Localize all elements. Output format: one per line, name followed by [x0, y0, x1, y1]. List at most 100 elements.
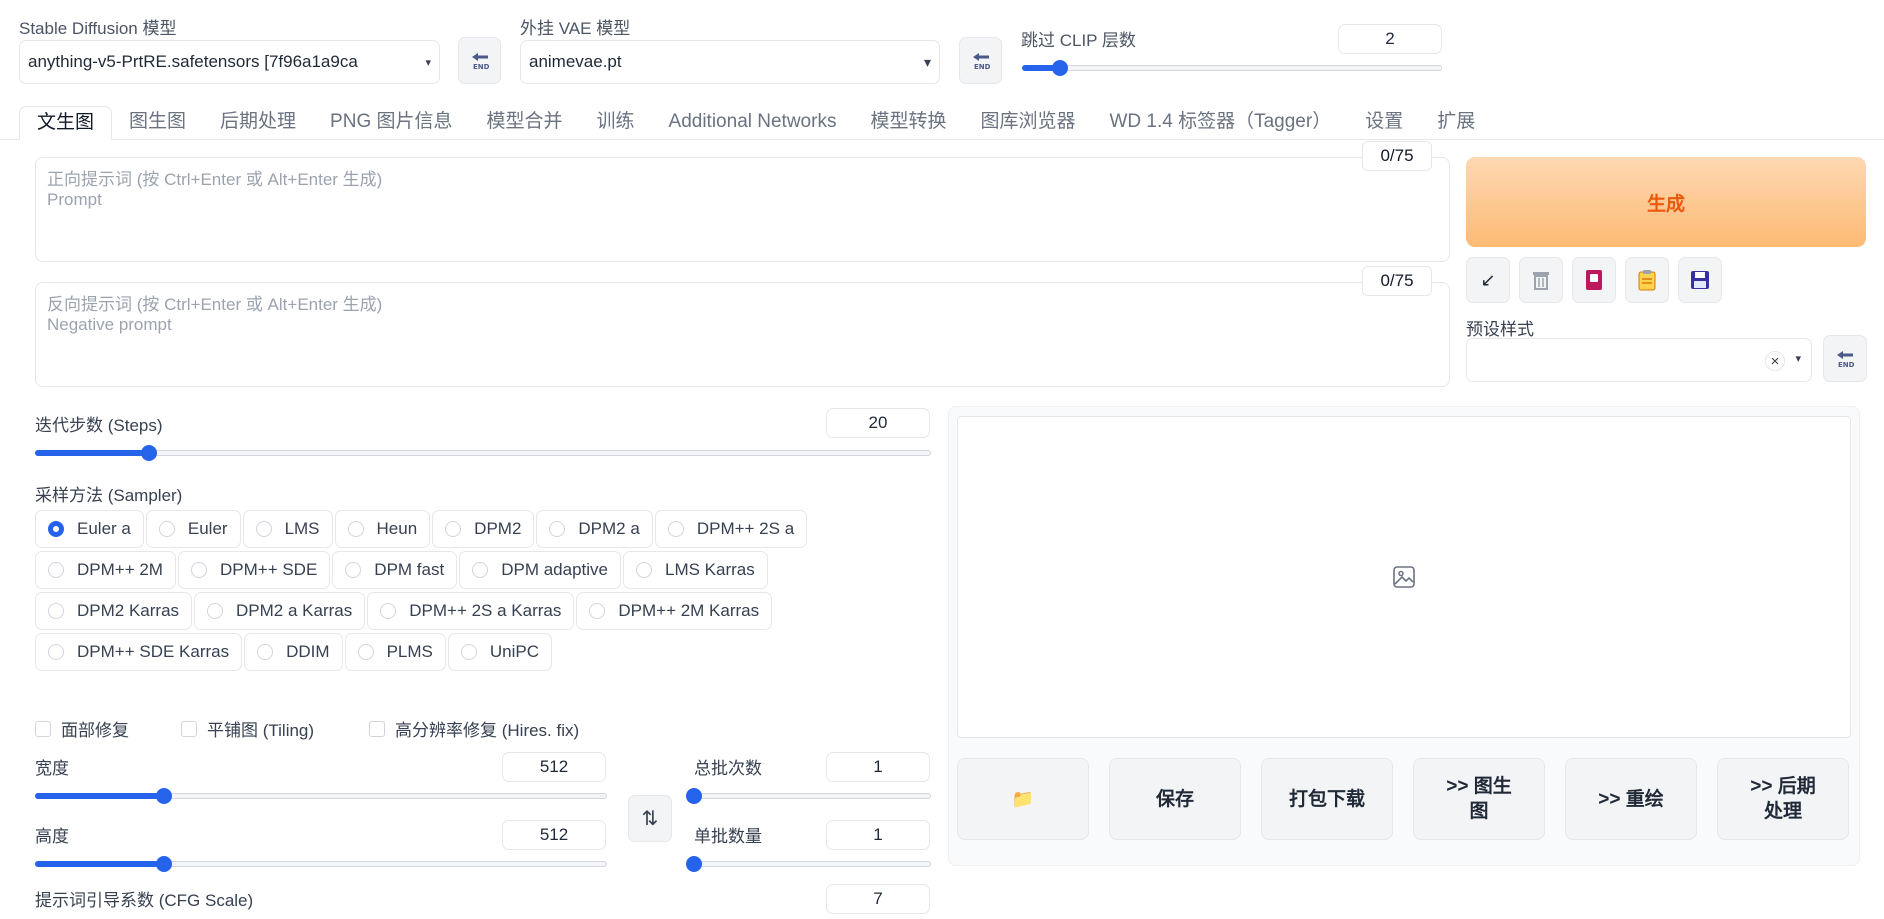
sampler-option[interactable]: DPM2 [432, 510, 535, 548]
image-placeholder-icon [1393, 566, 1415, 588]
styles-label: 预设样式 [1466, 320, 1534, 339]
clip-skip-input[interactable]: 2 [1338, 24, 1442, 54]
sampler-option[interactable]: Heun [334, 510, 431, 548]
tab-8[interactable]: 图库浏览器 [963, 106, 1092, 140]
extra-networks-button[interactable] [1572, 257, 1616, 303]
radio-dot [667, 521, 684, 537]
batch-count-input[interactable]: 1 [826, 752, 930, 782]
chevron-down-icon: ▾ [425, 56, 431, 69]
width-label: 宽度 [35, 759, 69, 778]
tab-0[interactable]: 文生图 [19, 106, 113, 140]
width-input[interactable]: 512 [502, 752, 606, 782]
zip-download-button[interactable]: 打包下载 [1261, 758, 1393, 840]
tab-4[interactable]: 模型合并 [470, 106, 580, 140]
vae-select[interactable]: animevae.pt ▾ [520, 40, 940, 84]
send-to-extras-button[interactable]: >> 后期 处理 [1717, 758, 1849, 840]
clip-skip-slider[interactable] [1022, 60, 1442, 76]
send-to-inpaint-button[interactable]: >> 重绘 [1565, 758, 1697, 840]
radio-dot [255, 521, 272, 537]
save-button[interactable]: 保存 [1109, 758, 1241, 840]
sampler-option-label: DPM++ SDE Karras [77, 642, 230, 661]
slider-thumb[interactable] [156, 856, 173, 872]
sampler-option[interactable]: PLMS [344, 633, 446, 671]
refresh-model-button[interactable]: END [458, 37, 501, 84]
button-label: 图 [1469, 801, 1489, 822]
model-select[interactable]: anything-v5-PrtRE.safetensors [7f96a1a9c… [19, 40, 440, 84]
apply-style-button[interactable] [1625, 257, 1669, 303]
prompt-textarea[interactable]: 正向提示词 (按 Ctrl+Enter 或 Alt+Enter 生成) Prom… [35, 157, 1450, 262]
sampler-option-label: DPM fast [374, 560, 445, 579]
tab-5[interactable]: 训练 [580, 106, 652, 140]
send-to-img2img-button[interactable]: >> 图生 图 [1413, 758, 1545, 840]
sampler-option[interactable]: LMS Karras [622, 551, 768, 589]
hires-fix-checkbox[interactable]: 高分辨率修复 (Hires. fix) [369, 716, 579, 741]
cfg-input[interactable]: 7 [826, 884, 930, 914]
refresh-styles-button[interactable]: END [1823, 335, 1867, 382]
sampler-option-label: Heun [376, 519, 418, 538]
output-gallery[interactable] [957, 416, 1851, 738]
negative-token-counter: 0/75 [1362, 266, 1432, 296]
swap-dimensions-button[interactable]: ⇅ [628, 795, 672, 842]
chevron-down-icon: ▾ [1795, 353, 1801, 365]
slider-thumb[interactable] [141, 445, 158, 461]
batch-size-input[interactable]: 1 [826, 820, 930, 850]
sampler-option[interactable]: Euler [145, 510, 241, 548]
tab-3[interactable]: PNG 图片信息 [313, 106, 469, 140]
clear-icon[interactable]: × [1765, 351, 1785, 371]
sampler-label: 采样方法 (Sampler) [35, 486, 183, 505]
sampler-option[interactable]: LMS [242, 510, 333, 548]
sampler-option-label: DPM++ 2M Karras [618, 601, 760, 620]
clear-prompt-button[interactable] [1519, 257, 1563, 303]
height-slider[interactable] [35, 856, 607, 872]
svg-text:END: END [473, 63, 490, 71]
slider-thumb[interactable] [156, 788, 173, 804]
vae-value: animevae.pt [529, 52, 622, 71]
refresh-vae-button[interactable]: END [959, 37, 1002, 84]
slider-thumb[interactable] [1052, 60, 1069, 76]
generate-button[interactable]: 生成 [1466, 157, 1866, 247]
steps-input[interactable]: 20 [826, 408, 930, 438]
sampler-option[interactable]: DPM2 a Karras [194, 592, 366, 630]
read-params-button[interactable]: ↙ [1466, 257, 1510, 303]
tab-2[interactable]: 后期处理 [203, 106, 313, 140]
tiling-checkbox[interactable]: 平铺图 (Tiling) [181, 716, 369, 741]
slider-thumb[interactable] [686, 856, 702, 872]
sampler-option[interactable]: DPM++ SDE Karras [35, 633, 243, 671]
open-folder-button[interactable]: 📁 [957, 758, 1089, 840]
styles-dropdown[interactable]: × ▾ [1466, 338, 1812, 382]
svg-text:END: END [974, 63, 991, 71]
negative-prompt-textarea[interactable]: 反向提示词 (按 Ctrl+Enter 或 Alt+Enter 生成) Nega… [35, 282, 1450, 387]
sampler-option[interactable]: DPM++ 2M [35, 551, 176, 589]
tab-11[interactable]: 扩展 [1420, 106, 1492, 140]
sampler-option[interactable]: DPM2 a [536, 510, 653, 548]
radio-dot [257, 644, 274, 660]
tab-10[interactable]: 设置 [1348, 106, 1420, 140]
slider-thumb[interactable] [686, 788, 702, 804]
sampler-option[interactable]: DPM++ 2M Karras [576, 592, 773, 630]
restore-faces-checkbox[interactable]: 面部修复 [35, 716, 181, 741]
save-style-button[interactable] [1678, 257, 1722, 303]
sampler-option[interactable]: DPM++ 2S a Karras [367, 592, 575, 630]
height-input[interactable]: 512 [502, 820, 606, 850]
radio-dot [158, 521, 175, 537]
end-icon: END [1837, 350, 1855, 369]
radio-dot [549, 521, 566, 537]
sampler-option[interactable]: DPM fast [332, 551, 458, 589]
sampler-option[interactable]: DPM adaptive [459, 551, 621, 589]
sampler-option[interactable]: DPM2 Karras [35, 592, 193, 630]
tab-1[interactable]: 图生图 [112, 106, 203, 140]
batch-count-slider[interactable] [686, 788, 931, 804]
sampler-option[interactable]: UniPC [447, 633, 552, 671]
sampler-option[interactable]: DDIM [244, 633, 343, 671]
tab-6[interactable]: Additional Networks [652, 106, 854, 140]
checkbox-label: 面部修复 [61, 721, 129, 740]
tab-7[interactable]: 模型转换 [853, 106, 963, 140]
sampler-option[interactable]: Euler a [35, 510, 144, 548]
tab-9[interactable]: WD 1.4 标签器（Tagger） [1092, 106, 1348, 140]
width-slider[interactable] [35, 788, 607, 804]
checkbox-label: 平铺图 (Tiling) [207, 721, 315, 740]
sampler-option[interactable]: DPM++ SDE [177, 551, 331, 589]
sampler-option[interactable]: DPM++ 2S a [654, 510, 808, 548]
batch-size-slider[interactable] [686, 856, 931, 872]
steps-slider[interactable] [35, 445, 931, 461]
